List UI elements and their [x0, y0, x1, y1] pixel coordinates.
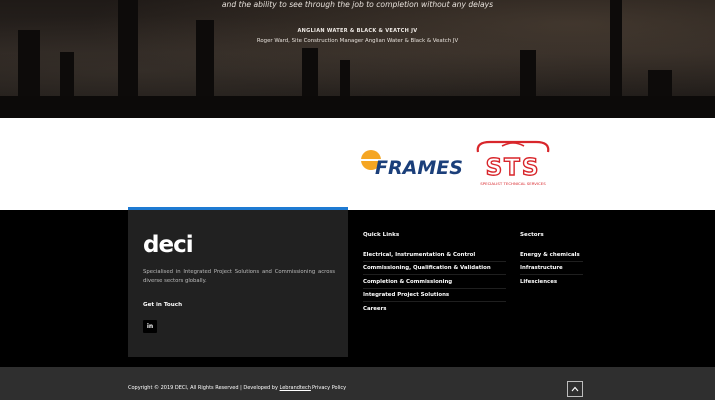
- brand-tagline: Specialised in Integrated Project Soluti…: [143, 269, 335, 284]
- back-to-top-button[interactable]: [567, 381, 583, 397]
- testimonial-company: ANGLIAN WATER & BLACK & VEATCH JV: [297, 28, 418, 34]
- sts-wordmark: STS: [486, 155, 541, 181]
- sts-subtitle: SPECIALIST TECHNICAL SERVICES: [480, 181, 546, 186]
- deci-logo[interactable]: deci: [143, 232, 194, 258]
- linkedin-icon[interactable]: in: [143, 320, 157, 333]
- get-in-touch-heading: Get in Touch: [143, 302, 183, 308]
- frames-wordmark: FRAMES: [375, 157, 463, 179]
- frames-logo[interactable]: FRAMES: [358, 149, 468, 179]
- quick-link-item[interactable]: Commissioning, Qualification & Validatio…: [363, 265, 506, 275]
- plant-silhouette: [0, 96, 715, 118]
- testimonial-quote: and the ability to see through the job t…: [221, 0, 494, 9]
- footer: [0, 210, 715, 367]
- sector-item[interactable]: Infrastructure: [520, 265, 583, 275]
- privacy-policy-link[interactable]: Privacy Policy: [312, 385, 346, 391]
- copyright-text: Copyright © 2019 DECI, All Rights Reserv…: [128, 385, 311, 391]
- quick-link-item[interactable]: Integrated Project Solutions: [363, 292, 506, 302]
- chevron-up-icon: [571, 386, 579, 392]
- quick-links-heading: Quick Links: [363, 232, 400, 238]
- testimonial-section: and the ability to see through the job t…: [0, 0, 715, 118]
- copyright-label: Copyright © 2019 DECI, All Rights Reserv…: [128, 385, 280, 391]
- sectors-heading: Sectors: [520, 232, 544, 238]
- quick-link-item[interactable]: Completion & Commissioning: [363, 279, 506, 289]
- footer-bottom-bar: [0, 367, 715, 400]
- sector-item[interactable]: Lifesciences: [520, 279, 583, 288]
- quick-link-item[interactable]: Careers: [363, 306, 506, 315]
- developer-link[interactable]: Lebrandtech: [280, 385, 311, 391]
- sector-item[interactable]: Energy & chemicals: [520, 252, 583, 262]
- quick-link-item[interactable]: Electrical, Instrumentation & Control: [363, 252, 506, 262]
- sts-logo[interactable]: STS SPECIALIST TECHNICAL SERVICES: [472, 138, 554, 188]
- testimonial-author: Roger Ward, Site Construction Manager An…: [256, 38, 459, 44]
